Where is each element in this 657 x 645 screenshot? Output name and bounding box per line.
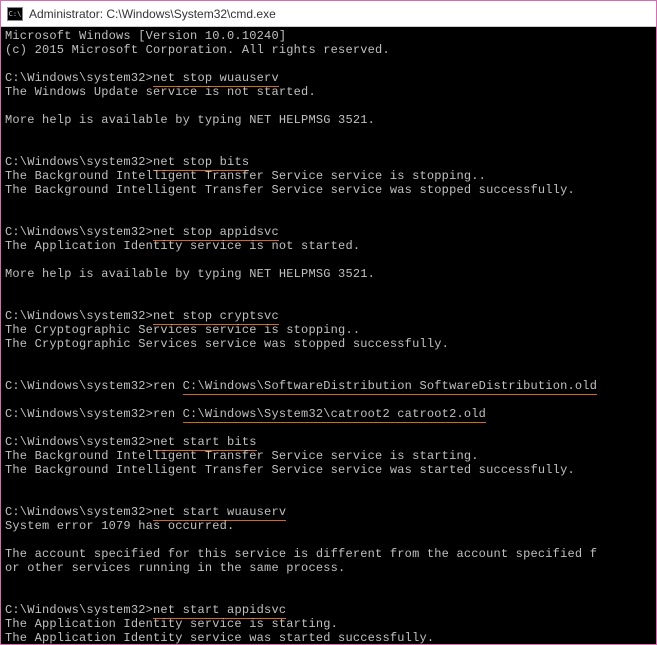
- prompt: C:\Windows\system32>: [5, 505, 153, 519]
- window-title: Administrator: C:\Windows\System32\cmd.e…: [29, 7, 276, 21]
- cmd-icon: C:\: [7, 7, 23, 21]
- prompt: C:\Windows\system32>: [5, 225, 153, 239]
- output-line: The Background Intelligent Transfer Serv…: [5, 169, 486, 183]
- prompt: C:\Windows\system32>: [5, 379, 153, 393]
- command: C:\Windows\SoftwareDistribution Software…: [183, 379, 597, 395]
- prompt: C:\Windows\system32>: [5, 407, 153, 421]
- header-line: Microsoft Windows [Version 10.0.10240]: [5, 29, 286, 43]
- output-line: The Cryptographic Services service is st…: [5, 323, 360, 337]
- output-line: More help is available by typing NET HEL…: [5, 267, 375, 281]
- output-line: The Application Identity service is not …: [5, 239, 360, 253]
- prompt: C:\Windows\system32>: [5, 435, 153, 449]
- output-line: The Background Intelligent Transfer Serv…: [5, 183, 575, 197]
- prompt: C:\Windows\system32>: [5, 309, 153, 323]
- output-line: The Application Identity service was sta…: [5, 631, 434, 644]
- prompt: C:\Windows\system32>: [5, 155, 153, 169]
- output-line: The Cryptographic Services service was s…: [5, 337, 449, 351]
- output-line: The Windows Update service is not starte…: [5, 85, 316, 99]
- window-titlebar[interactable]: C:\ Administrator: C:\Windows\System32\c…: [1, 1, 656, 27]
- output-line: The account specified for this service i…: [5, 547, 597, 561]
- output-line: System error 1079 has occurred.: [5, 519, 234, 533]
- output-line: The Background Intelligent Transfer Serv…: [5, 463, 575, 477]
- output-line: More help is available by typing NET HEL…: [5, 113, 375, 127]
- prompt: C:\Windows\system32>: [5, 71, 153, 85]
- command: C:\Windows\System32\catroot2 catroot2.ol…: [183, 407, 486, 423]
- output-line: or other services running in the same pr…: [5, 561, 345, 575]
- terminal-output[interactable]: Microsoft Windows [Version 10.0.10240] (…: [1, 27, 656, 644]
- prompt: C:\Windows\system32>: [5, 603, 153, 617]
- header-line: (c) 2015 Microsoft Corporation. All righ…: [5, 43, 390, 57]
- output-line: The Application Identity service is star…: [5, 617, 338, 631]
- output-line: The Background Intelligent Transfer Serv…: [5, 449, 479, 463]
